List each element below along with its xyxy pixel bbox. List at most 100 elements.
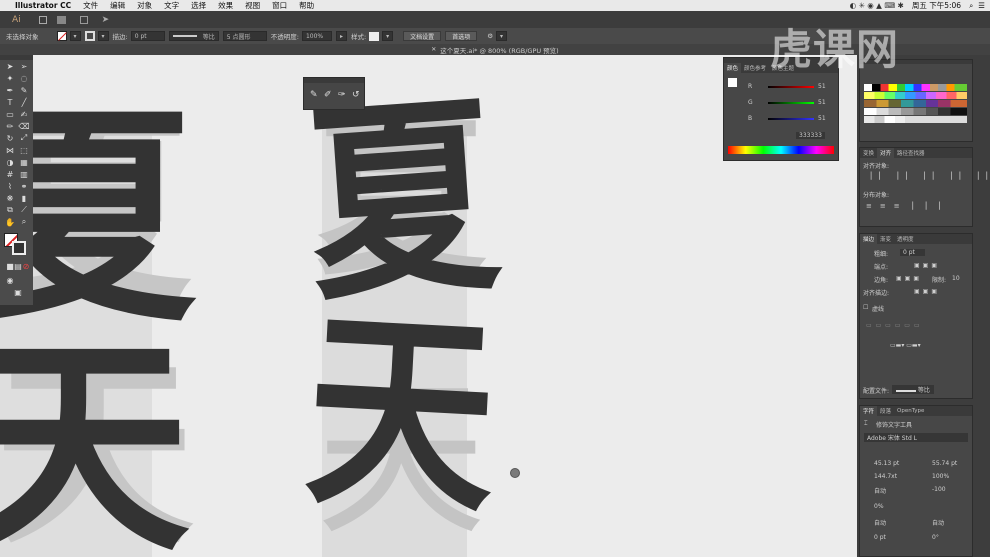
magic-wand-tool-icon[interactable]: ✦ (4, 73, 16, 83)
paintbrush-tool-icon[interactable]: ✍ (18, 109, 30, 119)
corner-buttons[interactable]: ▣▣▣ (896, 275, 922, 282)
font-family-dropdown[interactable]: Adobe 宋体 Std L (864, 433, 968, 442)
horizontal-scale-input[interactable]: 100% (932, 473, 949, 480)
app-name-menu[interactable]: Illustrator CC (15, 1, 71, 10)
rectangle-tool-icon[interactable]: ▭ (4, 109, 16, 119)
search-icon[interactable]: ⌕ (969, 1, 973, 11)
opacity-dropdown[interactable]: ▸ (335, 31, 347, 41)
shape-builder-tool-icon[interactable]: ◑ (4, 157, 16, 167)
artboard-tool-icon[interactable]: ⧉ (4, 205, 16, 215)
align-buttons-row[interactable]: ▕▏▕▏▕▏▕▏▕▏▕▏ (866, 172, 990, 180)
aki-right-dropdown[interactable]: 自动 (932, 518, 944, 527)
pencil-tool-icon[interactable]: ✏ (4, 121, 16, 131)
hand-tool-icon[interactable]: ✋ (4, 217, 16, 227)
symbol-sprayer-tool-icon[interactable]: ❋ (4, 193, 16, 203)
g-slider[interactable] (768, 102, 814, 104)
scale-tool-icon[interactable]: ⤢ (18, 133, 30, 143)
tab-transparency[interactable]: 透明度 (894, 235, 917, 243)
r-value[interactable]: 51 (818, 83, 826, 90)
touch-type-tool-icon[interactable]: ⌶ (864, 420, 868, 428)
limit-input[interactable]: 10 (952, 275, 960, 282)
menu-view[interactable]: 视图 (245, 0, 260, 11)
menu-object[interactable]: 对象 (137, 0, 152, 11)
rotate-touch-icon[interactable]: ↺ (352, 90, 360, 100)
gpu-performance-icon[interactable] (79, 15, 88, 24)
touch-type-tool-label[interactable]: 修饰文字工具 (876, 420, 912, 429)
bridge-icon[interactable] (38, 15, 47, 24)
slice-tool-icon[interactable]: ⟋ (18, 205, 30, 215)
lasso-tool-icon[interactable]: ◌ (18, 73, 30, 83)
stroke-dropdown[interactable]: ▾ (97, 31, 109, 41)
swatch-row-4[interactable] (864, 108, 967, 115)
tab-paragraph[interactable]: 段落 (877, 407, 894, 415)
arrange-documents-icon[interactable] (56, 15, 66, 24)
r-slider[interactable] (768, 86, 814, 88)
free-transform-tool-icon[interactable]: ⬚ (18, 145, 30, 155)
distribute-buttons-row[interactable]: ≡≡≡▕▕▕ (866, 202, 970, 210)
baseline-shift-input[interactable]: 0 pt (874, 534, 886, 541)
eyedropper-tool-icon[interactable]: ⌇ (4, 181, 16, 191)
tab-stroke[interactable]: 描边 (860, 234, 878, 244)
menu-type[interactable]: 文字 (164, 0, 179, 11)
mesh-tool-icon[interactable]: # (4, 169, 16, 179)
b-slider[interactable] (768, 118, 814, 120)
dash-fields[interactable]: ▭ ▭ ▭ ▭ ▭ ▭ (866, 322, 921, 329)
brush-definition[interactable]: 5 点圆形 (222, 31, 267, 41)
aki-left-dropdown[interactable]: 自动 (874, 518, 886, 527)
font-size-input[interactable]: 45.13 pt (874, 460, 899, 467)
tab-color-guide[interactable]: 颜色参考 (741, 64, 769, 72)
arrowheads-row[interactable]: ▭▬▾ ▭▬▾ (890, 342, 921, 349)
color-spectrum[interactable] (728, 146, 834, 154)
center-glyph-1[interactable]: 夏 (300, 73, 506, 331)
selection-tool-icon[interactable]: ➤ (4, 61, 16, 71)
preferences-button[interactable]: 首选项 (445, 31, 478, 41)
profile-dropdown[interactable]: 等比 (892, 385, 934, 394)
close-tab-icon[interactable]: ✕ (431, 46, 436, 53)
panel-fill-swatch[interactable] (728, 78, 737, 87)
align-stroke-buttons[interactable]: ▣▣▣ (914, 288, 940, 295)
none-mode-icon[interactable]: ⊘ (20, 261, 32, 271)
character-rotation-input[interactable]: 0° (932, 534, 939, 541)
gradient-tool-icon[interactable]: ▥ (18, 169, 30, 179)
draw-normal-icon[interactable]: ◉ (4, 275, 16, 285)
menu-help[interactable]: 帮助 (299, 0, 314, 11)
menu-select[interactable]: 选择 (191, 0, 206, 11)
eraser-tool-icon[interactable]: ⌫ (18, 121, 30, 131)
stroke-swatch[interactable] (84, 31, 95, 41)
kerning-input[interactable]: -100 (932, 486, 946, 493)
b-value[interactable]: 51 (818, 115, 826, 122)
rotate-tool-icon[interactable]: ↻ (4, 133, 16, 143)
width-tool-icon[interactable]: ⋈ (4, 145, 16, 155)
blend-tool-icon[interactable]: ⚭ (18, 181, 30, 191)
stroke-color-swatch[interactable] (12, 241, 26, 255)
hex-value[interactable]: 333333 (796, 132, 825, 139)
tab-character[interactable]: 字符 (860, 406, 878, 416)
zoom-tool-icon[interactable]: ⌕ (18, 217, 30, 227)
graph-tool-icon[interactable]: ▮ (18, 193, 30, 203)
arrange-dropdown[interactable]: ▾ (496, 31, 508, 41)
menu-edit[interactable]: 编辑 (110, 0, 125, 11)
variable-width-profile[interactable]: 等比 (168, 31, 219, 41)
g-value[interactable]: 51 (818, 99, 826, 106)
leading-input[interactable]: 55.74 pt (932, 460, 957, 467)
menu-effect[interactable]: 效果 (218, 0, 233, 11)
dashed-checkbox[interactable]: ☐ (863, 304, 868, 311)
pen-tool-icon[interactable]: ✒ (4, 85, 16, 95)
center-glyph-2[interactable]: 天 (300, 287, 502, 542)
graphic-style-swatch[interactable] (369, 31, 380, 41)
tab-gradient[interactable]: 渐变 (877, 235, 894, 243)
smooth-touch-icon[interactable]: ✑ (338, 90, 346, 100)
cap-buttons[interactable]: ▣▣▣ (914, 262, 940, 269)
pen-touch-icon[interactable]: ✎ (310, 90, 318, 100)
menu-window[interactable]: 窗口 (272, 0, 287, 11)
send-icon[interactable]: ➤ (102, 15, 110, 25)
menu-file[interactable]: 文件 (83, 0, 98, 11)
screen-mode-icon[interactable]: ▣ (12, 287, 24, 297)
swatch-row-2[interactable] (864, 92, 967, 99)
swatch-row-3[interactable] (864, 100, 967, 107)
left-glyph-2[interactable]: 天 (0, 335, 190, 557)
menu-list-icon[interactable]: ☰ (978, 1, 985, 10)
stroke-weight-input[interactable]: 0 pt (130, 31, 165, 41)
document-tab-title[interactable]: 这个夏天.ai* @ 800% (RGB/GPU 预览) (440, 45, 558, 55)
perspective-grid-tool-icon[interactable]: ▦ (18, 157, 30, 167)
